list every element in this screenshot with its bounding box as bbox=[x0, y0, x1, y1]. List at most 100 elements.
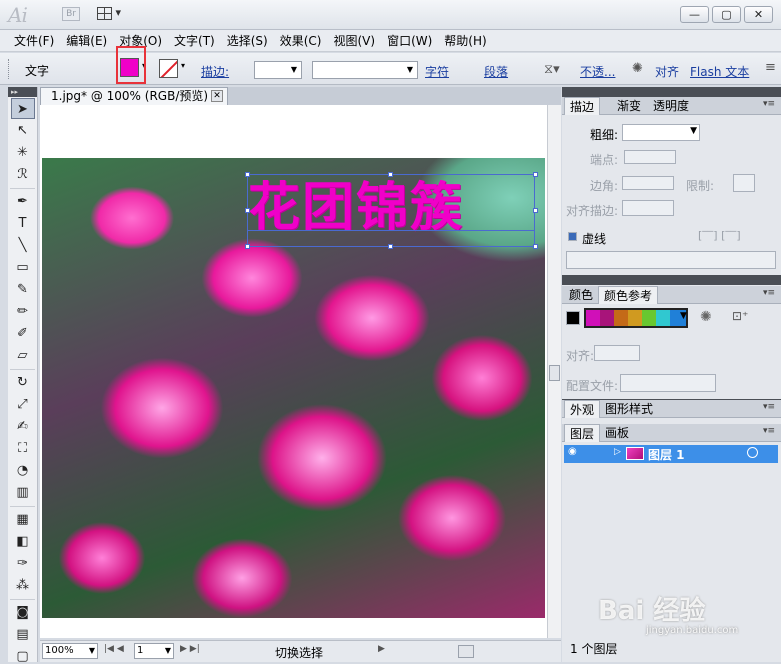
align-stroke-buttons[interactable] bbox=[622, 200, 674, 216]
harmony-rules-strip[interactable] bbox=[584, 308, 688, 328]
artboard-number-dropdown[interactable]: 1 ▼ bbox=[134, 643, 174, 659]
expand-arrow-icon[interactable]: ▷ bbox=[614, 447, 621, 457]
symbol-sprayer-tool-icon[interactable]: ◙ bbox=[11, 602, 35, 623]
selection-handle[interactable] bbox=[533, 208, 538, 213]
eraser-tool-icon[interactable]: ▱ bbox=[11, 345, 35, 366]
tab-color-guide[interactable]: 颜色参考 bbox=[598, 286, 659, 304]
menu-select[interactable]: 选择(S) bbox=[221, 30, 274, 52]
tab-layers[interactable]: 图层 bbox=[564, 424, 601, 442]
menu-file[interactable]: 文件(F) bbox=[8, 30, 60, 52]
selection-tool-icon[interactable]: ➤ bbox=[10, 98, 35, 119]
control-menu-icon[interactable]: ≡ bbox=[765, 60, 776, 75]
dash-gap-fields[interactable] bbox=[566, 251, 776, 269]
selection-handle[interactable] bbox=[533, 244, 538, 249]
panel-menu-icon[interactable]: ▾≡ bbox=[763, 426, 775, 436]
shape-builder-tool-icon[interactable]: ◔ bbox=[11, 460, 35, 481]
corner-buttons[interactable] bbox=[622, 176, 674, 190]
tools-collapse-icon[interactable]: ▸▸ bbox=[8, 87, 37, 97]
status-menu-arrow-icon[interactable]: ▶ bbox=[378, 644, 385, 654]
panel-collapse-strip[interactable] bbox=[562, 275, 781, 285]
tab-graphic-styles[interactable]: 图形样式 bbox=[600, 400, 658, 418]
tab-stroke[interactable]: 描边 bbox=[564, 97, 601, 115]
close-icon[interactable]: ✕ bbox=[211, 90, 223, 102]
selection-handle[interactable] bbox=[388, 244, 393, 249]
layer-row[interactable]: ◉ ▷ 图层 1 bbox=[564, 445, 778, 463]
free-transform-tool-icon[interactable]: ⛶ bbox=[11, 438, 35, 459]
panel-collapse-strip[interactable] bbox=[562, 87, 781, 97]
align-buttons[interactable] bbox=[594, 345, 640, 361]
weight-dropdown[interactable]: ▼ bbox=[622, 124, 700, 141]
menu-view[interactable]: 视图(V) bbox=[327, 30, 381, 52]
stroke-color-swatch[interactable] bbox=[159, 59, 178, 78]
stroke-weight-dropdown[interactable]: ▼ bbox=[254, 61, 302, 79]
mesh-tool-icon[interactable]: ▦ bbox=[11, 509, 35, 530]
panel-menu-icon[interactable]: ▾≡ bbox=[763, 288, 775, 298]
base-color-swatch[interactable] bbox=[566, 311, 580, 325]
preset-profile-dropdown[interactable] bbox=[620, 374, 716, 392]
tab-transparency[interactable]: 透明度 bbox=[648, 97, 694, 115]
dashed-line-checkbox[interactable] bbox=[568, 232, 577, 241]
eyedropper-tool-icon[interactable]: ✑ bbox=[11, 553, 35, 574]
opacity-link[interactable]: 不透... bbox=[580, 63, 615, 80]
tab-color[interactable]: 颜色 bbox=[564, 286, 598, 304]
warp-tool-icon[interactable]: ✍ bbox=[11, 416, 35, 437]
panel-menu-icon[interactable]: ▾≡ bbox=[763, 402, 775, 412]
menu-type[interactable]: 文字(T) bbox=[168, 30, 221, 52]
document-tab[interactable]: 1.jpg* @ 100% (RGB/预览) ✕ bbox=[40, 87, 228, 105]
tab-appearance[interactable]: 外观 bbox=[564, 400, 601, 418]
status-mode-text[interactable]: 切换选择 bbox=[275, 644, 323, 661]
selection-handle[interactable] bbox=[245, 208, 250, 213]
menu-edit[interactable]: 编辑(E) bbox=[60, 30, 113, 52]
control-bar-grip[interactable] bbox=[8, 59, 11, 79]
pen-tool-icon[interactable]: ✒ bbox=[11, 191, 35, 212]
paragraph-link[interactable]: 段落 bbox=[484, 63, 508, 80]
close-button[interactable]: ✕ bbox=[744, 6, 773, 23]
cap-buttons[interactable] bbox=[624, 150, 676, 164]
eye-icon[interactable]: ◉ bbox=[568, 446, 577, 457]
screen-mode-icon[interactable]: ▢ bbox=[11, 646, 35, 664]
character-link[interactable]: 字符 bbox=[425, 63, 449, 80]
line-tool-icon[interactable]: ╲ bbox=[11, 235, 35, 256]
next-artboard-icon[interactable]: ▶ ▶| bbox=[180, 644, 200, 654]
brush-definition-dropdown[interactable]: ▼ bbox=[312, 61, 418, 79]
zoom-dropdown[interactable]: 100% ▼ bbox=[42, 643, 98, 659]
stroke-link[interactable]: 描边: bbox=[201, 63, 229, 80]
arrange-documents-button[interactable]: ▾ bbox=[97, 6, 129, 22]
tab-artboards[interactable]: 画板 bbox=[600, 424, 634, 442]
pencil-tool-icon[interactable]: ✏ bbox=[11, 301, 35, 322]
target-icon[interactable] bbox=[747, 447, 758, 458]
panel-menu-icon[interactable]: ▾≡ bbox=[763, 99, 775, 109]
minimize-button[interactable]: — bbox=[680, 6, 709, 23]
vertical-scroll-thumb[interactable] bbox=[549, 365, 560, 381]
maximize-button[interactable]: ▢ bbox=[712, 6, 741, 23]
recolor-icon[interactable]: ✺ bbox=[632, 61, 643, 76]
edit-colors-icon[interactable]: ✺ bbox=[700, 309, 712, 325]
blend-tool-icon[interactable]: ⁂ bbox=[11, 575, 35, 596]
selection-handle[interactable] bbox=[245, 172, 250, 177]
paintbrush-tool-icon[interactable]: ✎ bbox=[11, 279, 35, 300]
rotate-tool-icon[interactable]: ↻ bbox=[11, 372, 35, 393]
limit-field[interactable] bbox=[733, 174, 755, 192]
type-tool-icon[interactable]: T bbox=[11, 213, 35, 234]
direct-selection-tool-icon[interactable]: ↖ bbox=[11, 120, 35, 141]
selection-handle[interactable] bbox=[245, 244, 250, 249]
rectangle-tool-icon[interactable]: ▭ bbox=[11, 257, 35, 278]
lasso-tool-icon[interactable]: ℛ bbox=[11, 164, 35, 185]
graph-tool-icon[interactable]: ▥ bbox=[11, 482, 35, 503]
stroke-dropdown-arrow-icon[interactable]: ▾ bbox=[181, 61, 185, 70]
align-link[interactable]: 对齐 bbox=[655, 63, 679, 80]
chevron-down-icon[interactable]: ▼ bbox=[680, 311, 687, 321]
flash-text-link[interactable]: Flash 文本 bbox=[690, 63, 749, 80]
menu-window[interactable]: 窗口(W) bbox=[381, 30, 438, 52]
bridge-button[interactable]: Br bbox=[62, 7, 80, 21]
dash-align-icon[interactable]: [‾‾] [‾‾] bbox=[698, 229, 741, 242]
envelope-icon[interactable]: ⧖▾ bbox=[544, 62, 560, 77]
menu-help[interactable]: 帮助(H) bbox=[438, 30, 492, 52]
column-graph-tool-icon[interactable]: ▤ bbox=[11, 624, 35, 645]
vertical-scrollbar[interactable] bbox=[547, 105, 561, 638]
selection-handle[interactable] bbox=[388, 172, 393, 177]
horizontal-scroll-thumb[interactable] bbox=[458, 645, 474, 658]
menu-effect[interactable]: 效果(C) bbox=[274, 30, 328, 52]
selection-handle[interactable] bbox=[533, 172, 538, 177]
gradient-tool-icon[interactable]: ◧ bbox=[11, 531, 35, 552]
